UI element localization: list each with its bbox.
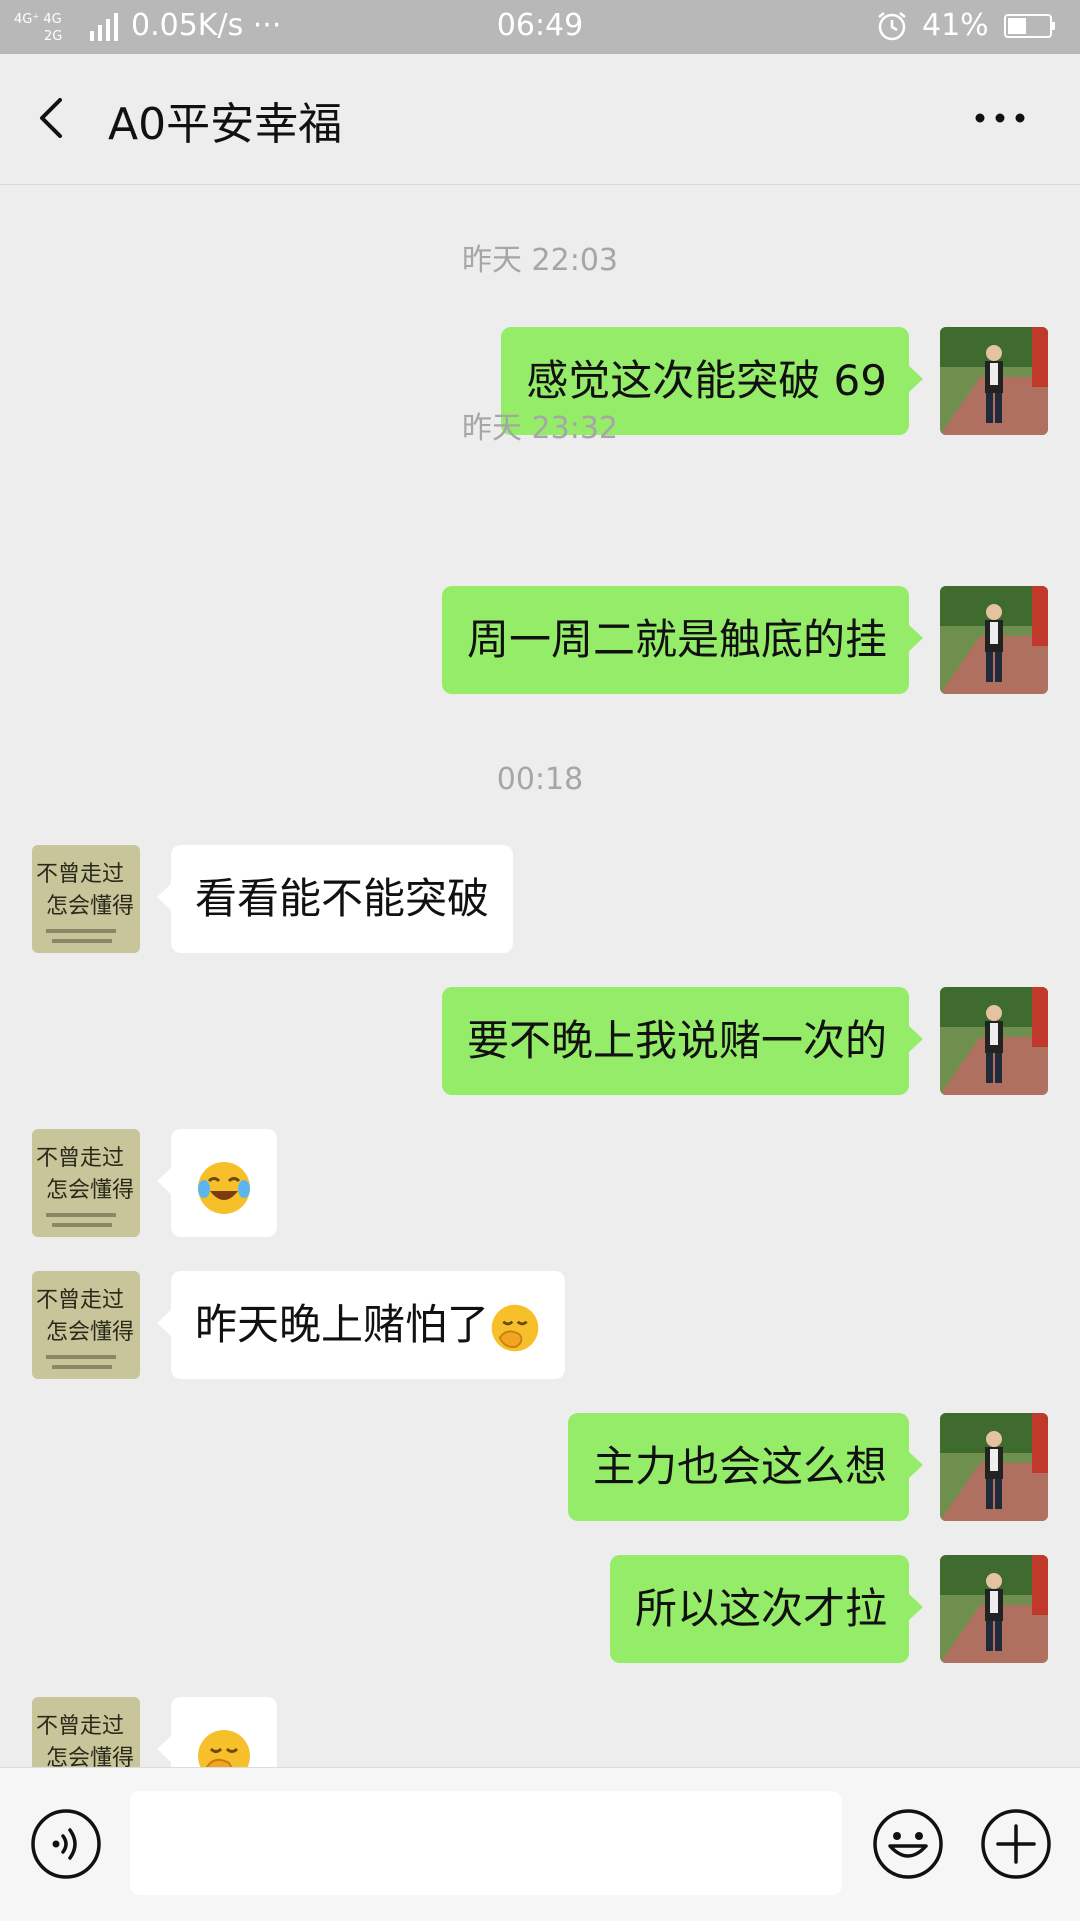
message-input[interactable] — [130, 1791, 842, 1895]
user-photo-avatar-icon — [940, 1413, 1048, 1521]
avatar[interactable]: 不曾走过 怎会懂得 — [32, 1697, 140, 1767]
user-photo-avatar-icon — [940, 1555, 1048, 1663]
status-time: 06:49 — [496, 8, 584, 43]
svg-text:不曾走过: 不曾走过 — [36, 862, 124, 887]
message-bubble-sent[interactable]: 要不晚上我说赌一次的 — [441, 987, 924, 1095]
avatar[interactable]: 不曾走过 怎会懂得 — [32, 1129, 140, 1237]
avatar[interactable] — [940, 1555, 1048, 1663]
user-photo-avatar-icon — [940, 987, 1048, 1095]
svg-text:不曾走过: 不曾走过 — [36, 1146, 124, 1171]
message-bubble-received[interactable]: 看看能不能突破 — [156, 845, 514, 953]
message-text: 昨天晚上赌怕了 — [195, 1300, 490, 1349]
voice-icon[interactable] — [30, 1808, 102, 1880]
chevron-left-icon[interactable] — [28, 92, 80, 144]
calligraphy-avatar-icon: 不曾走过 怎会懂得 — [32, 1271, 140, 1379]
calligraphy-avatar-icon: 不曾走过 怎会懂得 — [32, 1697, 140, 1767]
calligraphy-avatar-icon: 不曾走过 怎会懂得 — [32, 1129, 140, 1237]
avatar[interactable] — [940, 1413, 1048, 1521]
user-photo-avatar-icon — [940, 586, 1048, 694]
emoji-icon[interactable] — [872, 1808, 944, 1880]
timestamp: 00:18 — [496, 762, 584, 797]
battery-icon — [1004, 14, 1055, 38]
status-bar: 4G⁺ 4G 2G 0.05K/s ··· 06:49 41% — [0, 0, 1080, 54]
plus-icon[interactable] — [980, 1808, 1052, 1880]
message-list[interactable]: 昨天 22:03 感觉这次能突破 69 昨天 23:32 周一周二就是触底的挂 … — [0, 185, 1080, 1767]
svg-text:怎会懂得: 怎会懂得 — [46, 1746, 134, 1767]
svg-text:不曾走过: 不曾走过 — [36, 1714, 124, 1739]
hand-over-mouth-emoji — [491, 1304, 539, 1351]
message-bubble-received[interactable] — [157, 1697, 277, 1767]
message-bubble-sent[interactable]: 所以这次才拉 — [609, 1555, 924, 1663]
svg-text:怎会懂得: 怎会懂得 — [46, 894, 134, 919]
message-bubble-sent[interactable]: 周一周二就是触底的挂 — [441, 586, 924, 694]
message-bubble-sent[interactable]: 主力也会这么想 — [567, 1413, 924, 1521]
alarm-icon — [878, 12, 906, 41]
input-bar — [0, 1767, 1080, 1921]
svg-text:不曾走过: 不曾走过 — [36, 1288, 124, 1313]
laugh-cry-emoji — [198, 1162, 250, 1214]
timestamp: 昨天 23:32 — [462, 411, 618, 446]
hand-over-mouth-emoji — [198, 1730, 250, 1767]
message-bubble-received[interactable]: 昨天晚上赌怕了 — [156, 1271, 566, 1379]
calligraphy-avatar-icon: 不曾走过 怎会懂得 — [32, 845, 140, 953]
avatar[interactable] — [940, 987, 1048, 1095]
battery-percent: 41% — [922, 8, 989, 43]
chat-title: A0平安幸福 — [108, 99, 343, 150]
avatar[interactable] — [940, 586, 1048, 694]
avatar[interactable]: 不曾走过 怎会懂得 — [32, 845, 140, 953]
svg-text:怎会懂得: 怎会懂得 — [46, 1178, 134, 1203]
timestamp: 昨天 22:03 — [462, 243, 618, 278]
chat-header: A0平安幸福 — [0, 54, 1080, 185]
avatar[interactable]: 不曾走过 怎会懂得 — [32, 1271, 140, 1379]
message-bubble-received[interactable] — [157, 1129, 277, 1237]
more-dots-icon[interactable] — [970, 98, 1030, 138]
svg-text:怎会懂得: 怎会懂得 — [46, 1320, 134, 1345]
